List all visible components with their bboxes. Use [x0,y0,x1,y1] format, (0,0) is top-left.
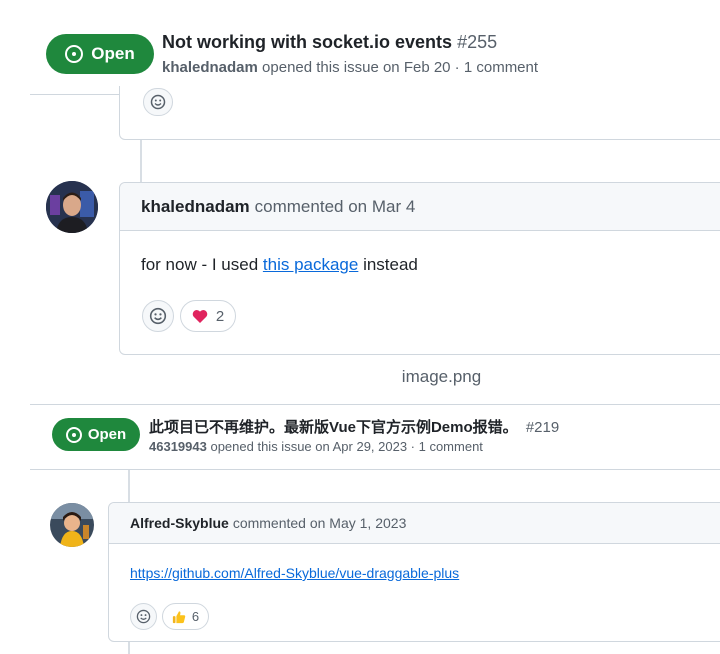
add-reaction-button[interactable] [142,300,174,332]
comment-action: commented on Mar 4 [254,196,416,216]
reaction-count: 6 [191,609,200,624]
timeline-line [128,642,130,654]
comment-body: for now - I used this package instead [141,255,418,275]
issue-meta-text: opened this issue on Feb 20 · 1 comment [262,59,539,76]
add-reaction-button[interactable] [130,603,157,630]
issue-meta: 46319943 opened this issue on Apr 29, 20… [149,439,483,454]
repo-link[interactable]: https://github.com/Alfred-Skyblue/vue-dr… [130,565,459,581]
issue-title-row: Not working with socket.io events #255 [162,32,497,53]
heart-icon [192,309,208,323]
package-link[interactable]: this package [263,255,358,274]
image-caption: image.png [401,367,482,386]
smiley-icon [149,307,167,325]
timeline-line [128,470,130,502]
section-divider [30,404,720,405]
header-divider [30,469,720,470]
comment-text-after: instead [358,255,418,274]
issue-author[interactable]: khalednadam [162,59,258,76]
comment-text-before: for now - I used [141,255,263,274]
reaction-count: 2 [215,307,225,325]
issue-number: #219 [525,419,560,436]
thumbs-up-icon [172,610,186,623]
avatar[interactable] [50,503,94,547]
comment-body: https://github.com/Alfred-Skyblue/vue-dr… [130,565,459,581]
comment-author[interactable]: khalednadam [141,197,250,217]
timeline-line [140,140,142,182]
smiley-icon [136,609,151,624]
issue-meta-text: opened this issue on Apr 29, 2023 · 1 co… [210,439,483,454]
open-status-badge: Open [52,418,140,451]
status-label: Open [87,426,127,443]
heart-reaction-button[interactable]: 2 [180,300,236,332]
comment-author[interactable]: Alfred-Skyblue [130,515,229,531]
previous-comment-box [119,86,720,140]
avatar-image [46,181,98,233]
smiley-icon [150,94,166,110]
issue-title[interactable]: 此项目已不再维护。最新版Vue下官方示例Demo报错。 [149,419,518,436]
avatar[interactable] [46,181,98,233]
open-status-badge: Open [46,34,154,74]
issue-number: #255 [457,32,498,52]
issue-opened-icon [65,426,82,443]
comment-header: khalednadam commented on Mar 4 [120,183,720,231]
thumbs-up-reaction-button[interactable]: 6 [162,603,209,630]
issue-title-row: 此项目已不再维护。最新版Vue下官方示例Demo报错。 #219 [149,416,559,437]
status-label: Open [91,44,135,63]
avatar-image [50,503,94,547]
comment-action: commented on May 1, 2023 [232,515,407,531]
issue-opened-icon [65,45,84,63]
add-reaction-button[interactable] [143,88,173,116]
issue-title[interactable]: Not working with socket.io events [162,32,452,52]
issue-meta: khalednadam opened this issue on Feb 20 … [162,59,538,76]
comment-header: Alfred-Skyblue commented on May 1, 2023 [109,503,720,544]
issue-author[interactable]: 46319943 [149,439,207,454]
